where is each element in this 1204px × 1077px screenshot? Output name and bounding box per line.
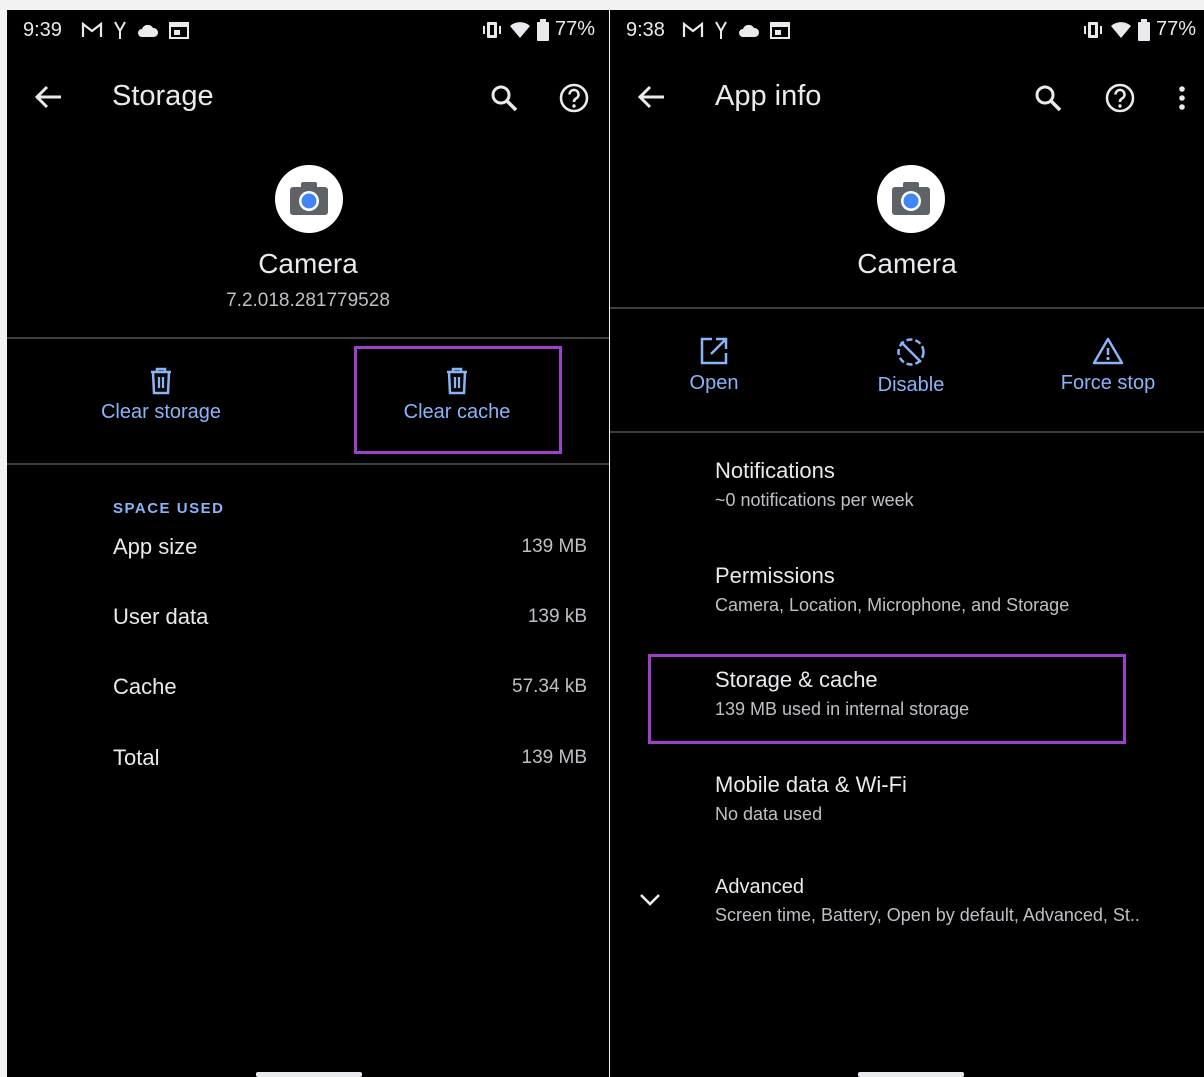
app-version: 7.2.018.281779528: [226, 290, 390, 311]
item-subtitle: Camera, Location, Microphone, and Storag…: [715, 595, 1070, 615]
chevron-down-icon[interactable]: [638, 892, 662, 908]
divider: [7, 337, 609, 339]
battery-icon: [1137, 18, 1150, 41]
status-time: 9:39: [23, 19, 62, 41]
row-value: 139 MB: [521, 747, 587, 768]
row-label: User data: [113, 604, 209, 629]
battery-icon: [536, 18, 549, 41]
highlight-box: [648, 654, 1126, 744]
app-bar: App info: [610, 60, 1204, 136]
trash-icon: [151, 367, 171, 395]
settings-item-permissions[interactable]: Permissions Camera, Location, Microphone…: [715, 563, 1194, 616]
divider: [610, 307, 1204, 309]
item-title: Notifications: [715, 458, 835, 483]
disable-icon: [897, 338, 925, 366]
vibrate-icon: [482, 21, 501, 38]
app-name: Camera: [258, 248, 358, 279]
page-title: App info: [715, 80, 822, 112]
clear-storage-button[interactable]: Clear storage: [77, 367, 245, 424]
status-time: 9:38: [626, 19, 665, 41]
item-title: Advanced: [715, 876, 804, 898]
calendar-icon: [169, 22, 189, 39]
section-label: SPACE USED: [113, 500, 225, 517]
row-value: 139 MB: [521, 536, 587, 557]
storage-row-user-data: User data 139 kB: [113, 604, 587, 640]
search-icon[interactable]: [488, 82, 520, 114]
notification-icons: [81, 20, 189, 40]
disable-button[interactable]: Disable: [852, 336, 970, 397]
settings-item-advanced[interactable]: Advanced Screen time, Battery, Open by d…: [715, 876, 1194, 926]
storage-row-cache: Cache 57.34 kB: [113, 674, 587, 710]
cloud-icon: [138, 24, 159, 37]
page-title: Storage: [112, 80, 214, 112]
open-external-icon: [700, 337, 728, 365]
settings-item-mobile-data[interactable]: Mobile data & Wi-Fi No data used: [715, 772, 1194, 825]
status-bar: 9:38 77%: [610, 10, 1204, 50]
item-subtitle: Screen time, Battery, Open by default, A…: [715, 905, 1140, 925]
storage-screen: 9:39 77% Storage Camera 7.2.018.28177952…: [7, 10, 609, 1077]
battery-percent: 77%: [1155, 18, 1196, 40]
search-icon[interactable]: [1032, 82, 1064, 114]
gesture-nav-bar[interactable]: [858, 1072, 964, 1077]
disable-label: Disable: [877, 374, 945, 396]
app-name: Camera: [857, 248, 957, 279]
item-title: Permissions: [715, 563, 835, 588]
open-button[interactable]: Open: [664, 336, 764, 395]
help-icon[interactable]: [1104, 82, 1136, 114]
force-stop-button[interactable]: Force stop: [1042, 336, 1174, 395]
item-title: Mobile data & Wi-Fi: [715, 772, 907, 797]
storage-row-total: Total 139 MB: [113, 745, 587, 781]
status-bar: 9:39 77%: [7, 10, 609, 50]
help-icon[interactable]: [558, 82, 590, 114]
system-icons: 77%: [481, 18, 595, 41]
app-bar: Storage: [7, 60, 609, 136]
divider: [7, 463, 609, 465]
gmail-icon: [682, 21, 704, 37]
camera-app-icon: [877, 165, 945, 233]
more-vert-icon[interactable]: [1166, 82, 1198, 114]
gesture-nav-bar[interactable]: [256, 1072, 362, 1077]
gmail-icon: [81, 21, 103, 37]
warning-icon: [1092, 337, 1124, 365]
calendar-icon: [770, 22, 790, 39]
cloud-icon: [739, 24, 760, 37]
vibrate-icon: [1083, 21, 1102, 38]
row-label: Total: [113, 745, 160, 770]
force-stop-label: Force stop: [1060, 372, 1156, 394]
item-subtitle: No data used: [715, 804, 823, 824]
wifi-icon: [1110, 21, 1131, 38]
open-label: Open: [689, 372, 739, 394]
highlight-box: [354, 346, 562, 454]
battery-percent: 77%: [554, 18, 595, 40]
settings-item-notifications[interactable]: Notifications ~0 notifications per week: [715, 458, 1194, 511]
wifi-icon: [509, 21, 530, 38]
row-label: App size: [113, 534, 198, 559]
app-info-screen: 9:38 77% App info Camera Open Disable Fo…: [610, 10, 1204, 1077]
row-value: 139 kB: [527, 606, 587, 627]
divider: [610, 431, 1204, 433]
row-value: 57.34 kB: [512, 676, 587, 697]
back-arrow-icon[interactable]: [33, 82, 63, 112]
camera-app-icon: [275, 165, 343, 233]
missed-call-icon: [114, 21, 126, 39]
back-arrow-icon[interactable]: [636, 82, 666, 112]
clear-storage-label: Clear storage: [100, 401, 222, 423]
item-subtitle: ~0 notifications per week: [715, 490, 914, 510]
system-icons: 77%: [1082, 18, 1196, 41]
row-label: Cache: [113, 674, 177, 699]
missed-call-icon: [715, 21, 727, 39]
storage-row-app-size: App size 139 MB: [113, 534, 587, 570]
notification-icons: [682, 20, 790, 40]
